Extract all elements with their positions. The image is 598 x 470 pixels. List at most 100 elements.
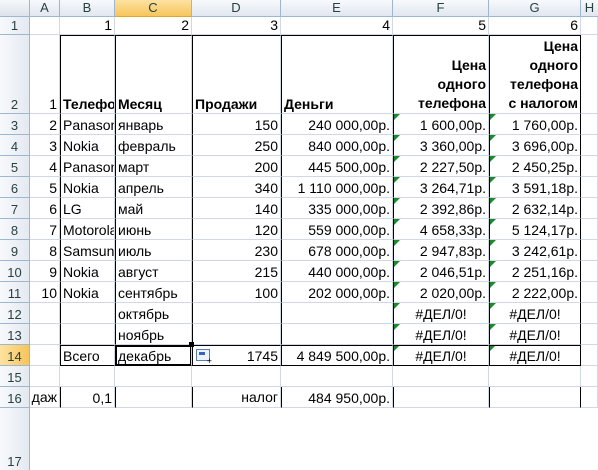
cell-price-tax[interactable]: 2 450,25р. — [489, 156, 581, 177]
cell-g1[interactable]: 6 — [489, 17, 581, 35]
cell-price[interactable]: 4 658,33р. — [393, 219, 489, 240]
cell[interactable] — [489, 366, 581, 387]
cell-c1[interactable]: 2 — [115, 17, 192, 35]
cell-phone[interactable]: Motorola — [60, 219, 115, 240]
cell[interactable] — [581, 177, 598, 198]
row-header[interactable]: 1 — [0, 17, 30, 35]
cell-price-tax[interactable]: 3 242,61р. — [489, 240, 581, 261]
cell-money[interactable] — [281, 303, 393, 324]
col-header-h[interactable]: H — [581, 0, 598, 17]
col-header-g[interactable]: G — [489, 0, 581, 17]
cell[interactable] — [30, 17, 60, 35]
row-header[interactable]: 7 — [0, 198, 30, 219]
cell-price[interactable]: 1 600,00р. — [393, 114, 489, 135]
cell-price-tax[interactable]: 3 591,18р. — [489, 177, 581, 198]
header-sales[interactable]: Продажи — [192, 35, 281, 114]
cell[interactable] — [115, 366, 192, 387]
cell-month[interactable]: февраль — [115, 135, 192, 156]
col-header-e[interactable]: E — [281, 0, 393, 17]
cell-phone[interactable]: Panasonic — [60, 156, 115, 177]
col-header-a[interactable]: A — [30, 0, 60, 17]
row-header[interactable]: 6 — [0, 177, 30, 198]
cell-sales[interactable] — [192, 324, 281, 345]
cell-price[interactable]: 2 020,00р. — [393, 282, 489, 303]
select-all-corner[interactable] — [0, 0, 30, 17]
row-header[interactable]: 2 — [0, 35, 30, 114]
cell-money[interactable]: 240 000,00р. — [281, 114, 393, 135]
cell[interactable] — [581, 282, 598, 303]
cell[interactable] — [393, 366, 489, 387]
cell-index[interactable]: 10 — [30, 282, 60, 303]
cell-price[interactable]: 3 264,71р. — [393, 177, 489, 198]
cell-sales[interactable]: 340 — [192, 177, 281, 198]
cell-money[interactable] — [281, 324, 393, 345]
cell-phone[interactable] — [60, 303, 115, 324]
cell-price[interactable]: 2 947,83р. — [393, 240, 489, 261]
cell[interactable] — [489, 387, 581, 408]
tax-rate[interactable]: 0,1 — [60, 387, 115, 408]
cell[interactable] — [60, 366, 115, 387]
cell-f1[interactable]: 5 — [393, 17, 489, 35]
cell-price[interactable]: #ДЕЛ/0! — [393, 303, 489, 324]
cell[interactable] — [192, 366, 281, 387]
cell-sales[interactable] — [192, 303, 281, 324]
cell-a2[interactable]: 1 — [30, 35, 60, 114]
cell-b1[interactable]: 1 — [60, 17, 115, 35]
cell-price-tax[interactable]: 2 632,14р. — [489, 198, 581, 219]
cell[interactable] — [581, 198, 598, 219]
cell-index[interactable]: 3 — [30, 135, 60, 156]
cell[interactable] — [489, 345, 581, 366]
cell[interactable] — [581, 114, 598, 135]
cell-sales[interactable]: 250 — [192, 135, 281, 156]
row-header[interactable]: 4 — [0, 135, 30, 156]
cell-sales[interactable]: 200 — [192, 156, 281, 177]
cell-price-tax[interactable]: 3 696,00р. — [489, 135, 581, 156]
cell-month[interactable]: октябрь — [115, 303, 192, 324]
tax-label[interactable]: Налог спродаж — [30, 387, 60, 408]
paste-options-icon[interactable] — [196, 349, 212, 366]
cell-price-tax[interactable]: #ДЕЛ/0! — [489, 303, 581, 324]
col-header-d[interactable]: D — [192, 0, 281, 17]
cell[interactable] — [30, 366, 60, 387]
col-header-f[interactable]: F — [393, 0, 489, 17]
cell-month[interactable]: сентябрь — [115, 282, 192, 303]
row-header[interactable]: 16 — [0, 387, 30, 408]
cell[interactable] — [115, 387, 192, 408]
cell-price[interactable]: 2 046,51р. — [393, 261, 489, 282]
cell-price[interactable]: 2 227,50р. — [393, 156, 489, 177]
cell[interactable] — [581, 366, 598, 387]
cell-d1[interactable]: 3 — [192, 17, 281, 35]
cell-phone[interactable]: Samsung — [60, 240, 115, 261]
cell-month[interactable]: август — [115, 261, 192, 282]
cell-month[interactable]: июнь — [115, 219, 192, 240]
cell-index[interactable]: 9 — [30, 261, 60, 282]
cell-e1[interactable]: 4 — [281, 17, 393, 35]
cell-money[interactable]: 1 110 000,00р. — [281, 177, 393, 198]
cell-money[interactable]: 335 000,00р. — [281, 198, 393, 219]
row-header[interactable]: 15 — [0, 366, 30, 387]
row-header[interactable]: 8 — [0, 219, 30, 240]
cell[interactable] — [581, 303, 598, 324]
cell[interactable] — [581, 240, 598, 261]
row-header[interactable]: 13 — [0, 324, 30, 345]
cell-month[interactable]: май — [115, 198, 192, 219]
row-header[interactable]: 14 — [0, 345, 30, 366]
cell-index[interactable]: 7 — [30, 219, 60, 240]
cell-price-tax[interactable]: #ДЕЛ/0! — [489, 324, 581, 345]
cell[interactable] — [581, 35, 598, 114]
cell-index[interactable]: 6 — [30, 198, 60, 219]
header-phone[interactable]: Телефон — [60, 35, 115, 114]
cell-month[interactable]: ноябрь — [115, 324, 192, 345]
cell[interactable] — [393, 387, 489, 408]
cell[interactable] — [581, 135, 598, 156]
row-header[interactable]: 17 — [0, 408, 30, 470]
row-header[interactable]: 9 — [0, 240, 30, 261]
cell[interactable] — [581, 156, 598, 177]
cell[interactable] — [581, 219, 598, 240]
cell-money[interactable]: 445 500,00р. — [281, 156, 393, 177]
cell-price-tax[interactable]: 5 124,17р. — [489, 219, 581, 240]
cell-index[interactable]: 4 — [30, 156, 60, 177]
cell-index[interactable] — [30, 303, 60, 324]
cell-sales[interactable]: 150 — [192, 114, 281, 135]
tax-sum-label[interactable]: Сумма спродажвключаяналог — [192, 387, 281, 408]
